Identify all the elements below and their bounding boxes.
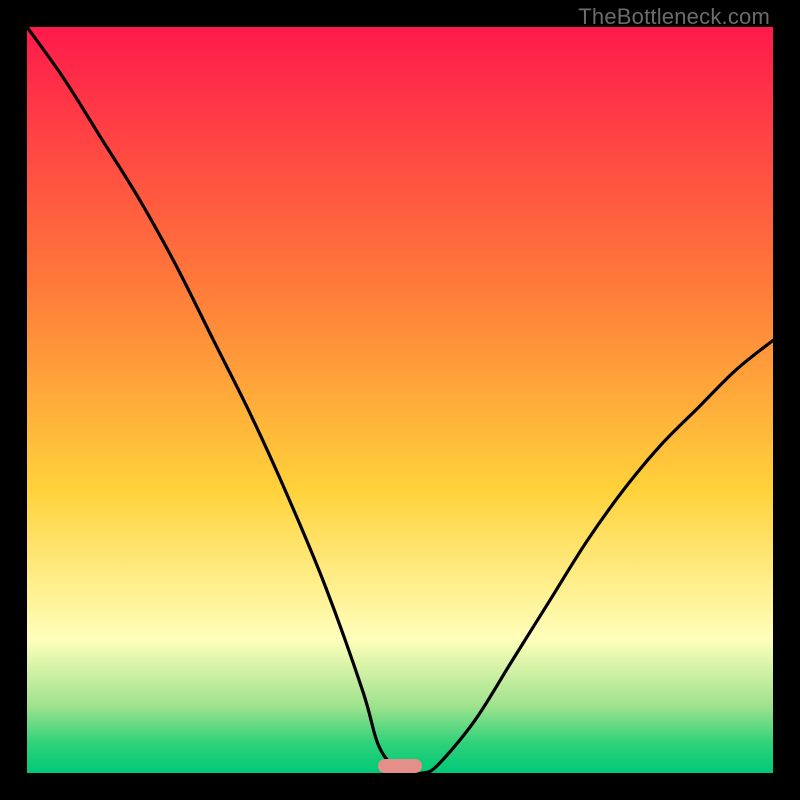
optimum-marker xyxy=(378,759,423,773)
bottleneck-curve xyxy=(27,27,773,773)
plot-area xyxy=(27,27,773,773)
chart-frame: TheBottleneck.com xyxy=(0,0,800,800)
